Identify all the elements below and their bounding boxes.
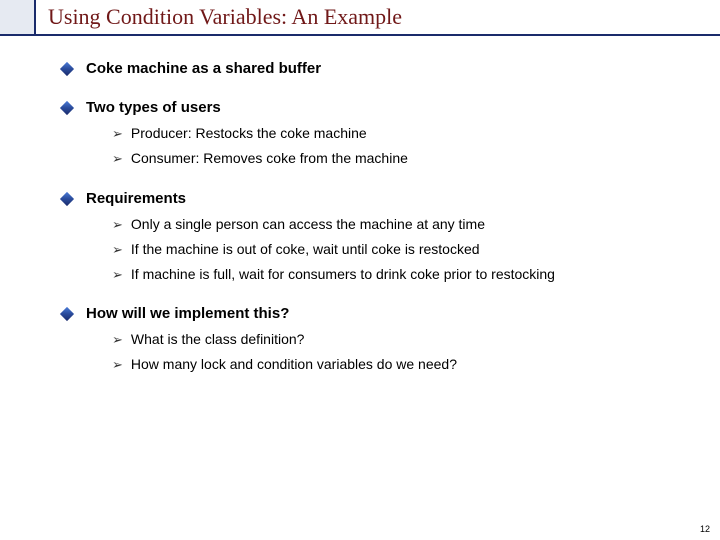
bullet-label: How will we implement this?	[86, 305, 289, 322]
arrow-icon: ➢	[112, 217, 123, 233]
sub-item: ➢ If machine is full, wait for consumers…	[112, 265, 680, 284]
bullet-item: Coke machine as a shared buffer	[62, 60, 680, 77]
bullet-item: How will we implement this?	[62, 305, 680, 322]
page-number: 12	[700, 524, 710, 534]
sub-text: What is the class definition?	[131, 330, 305, 349]
bullet-label: Two types of users	[86, 99, 221, 116]
sub-item: ➢ How many lock and condition variables …	[112, 355, 680, 374]
bullet-item: Two types of users	[62, 99, 680, 116]
diamond-icon	[60, 307, 74, 321]
sub-list: ➢ Producer: Restocks the coke machine ➢ …	[112, 124, 680, 168]
sub-text: If the machine is out of coke, wait unti…	[131, 240, 480, 259]
arrow-icon: ➢	[112, 332, 123, 348]
diamond-icon	[60, 62, 74, 76]
sub-item: ➢ Producer: Restocks the coke machine	[112, 124, 680, 143]
slide-title: Using Condition Variables: An Example	[48, 4, 402, 30]
slide-content: Coke machine as a shared buffer Two type…	[62, 60, 680, 396]
sub-item: ➢ Consumer: Removes coke from the machin…	[112, 149, 680, 168]
sub-text: If machine is full, wait for consumers t…	[131, 265, 555, 284]
sub-list: ➢ What is the class definition? ➢ How ma…	[112, 330, 680, 374]
bullet-item: Requirements	[62, 190, 680, 207]
arrow-icon: ➢	[112, 357, 123, 373]
sub-text: How many lock and condition variables do…	[131, 355, 457, 374]
sub-list: ➢ Only a single person can access the ma…	[112, 215, 680, 284]
sub-text: Only a single person can access the mach…	[131, 215, 485, 234]
title-bar: Using Condition Variables: An Example	[36, 0, 720, 36]
sub-item: ➢ What is the class definition?	[112, 330, 680, 349]
arrow-icon: ➢	[112, 242, 123, 258]
arrow-icon: ➢	[112, 151, 123, 167]
sub-text: Producer: Restocks the coke machine	[131, 124, 367, 143]
sub-item: ➢ Only a single person can access the ma…	[112, 215, 680, 234]
diamond-icon	[60, 192, 74, 206]
sub-text: Consumer: Removes coke from the machine	[131, 149, 408, 168]
sub-item: ➢ If the machine is out of coke, wait un…	[112, 240, 680, 259]
bullet-label: Coke machine as a shared buffer	[86, 60, 321, 77]
arrow-icon: ➢	[112, 126, 123, 142]
arrow-icon: ➢	[112, 267, 123, 283]
corner-accent	[0, 0, 36, 36]
diamond-icon	[60, 101, 74, 115]
bullet-label: Requirements	[86, 190, 186, 207]
